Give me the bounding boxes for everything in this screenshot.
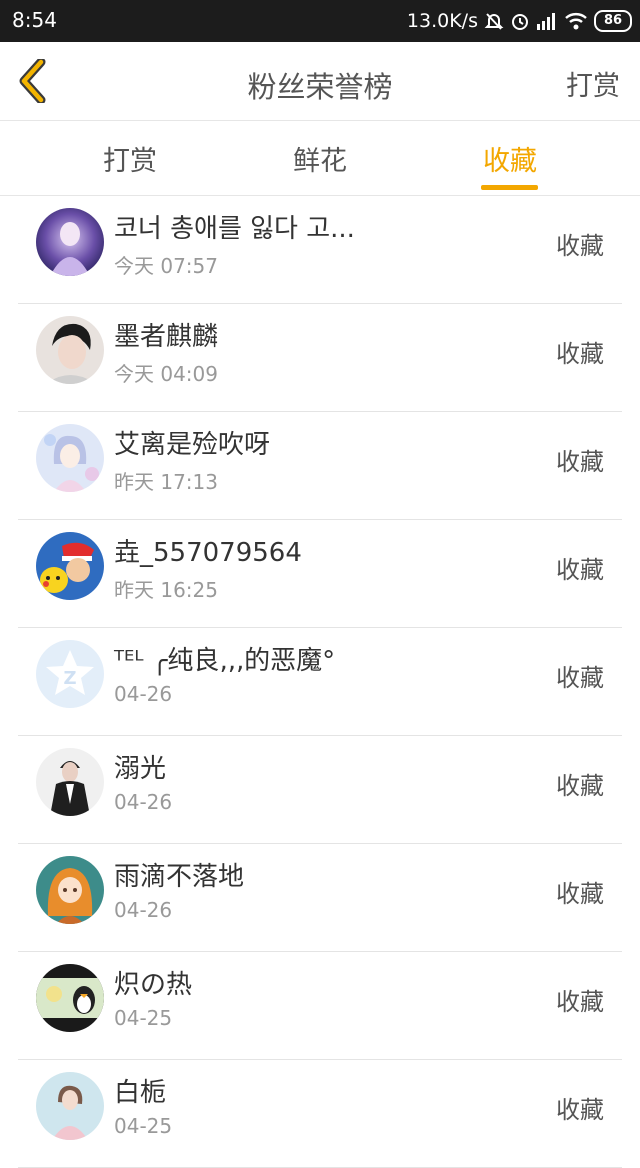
mute-bell-icon <box>484 11 504 31</box>
avatar <box>36 208 104 276</box>
avatar <box>36 856 104 924</box>
active-tab-indicator <box>481 185 538 190</box>
fan-name: 艾离是殓吹呀 <box>114 430 271 460</box>
tab-reward[interactable]: 打赏 <box>70 139 190 178</box>
wifi-icon <box>564 12 588 30</box>
list-item[interactable]: 白栀 04-25 收藏 <box>18 1060 622 1168</box>
list-item[interactable]: 雨滴不落地 04-26 收藏 <box>18 844 622 952</box>
status-icons: 13.0K/s 86 <box>407 8 632 34</box>
fan-name: 白栀 <box>114 1078 167 1108</box>
header: 粉丝荣誉榜 打赏 <box>0 42 640 121</box>
reward-button[interactable]: 打赏 <box>566 64 620 103</box>
tab-bar: 打赏 鲜花 收藏 <box>0 121 640 196</box>
tab-favorites[interactable]: 收藏 <box>450 139 570 178</box>
fan-action-label: 收藏 <box>556 556 604 584</box>
fan-name: 雨滴不落地 <box>114 862 245 892</box>
fan-name: 垚_557079564 <box>114 538 302 568</box>
avatar <box>36 316 104 384</box>
avatar <box>36 964 104 1032</box>
tab-flowers[interactable]: 鲜花 <box>260 139 380 178</box>
list-item[interactable]: 艾离是殓吹呀 昨天 17:13 收藏 <box>18 412 622 520</box>
avatar <box>36 424 104 492</box>
fan-action-label: 收藏 <box>556 340 604 368</box>
avatar <box>36 1072 104 1140</box>
fan-action-label: 收藏 <box>556 448 604 476</box>
fan-name: 墨者麒麟 <box>114 322 219 352</box>
fan-time: 今天 07:57 <box>114 254 218 278</box>
status-time: 8:54 <box>12 8 57 32</box>
list-item[interactable]: 溺光 04-26 收藏 <box>18 736 622 844</box>
list-item[interactable]: 코너 총애를 잃다 고... 今天 07:57 收藏 <box>18 196 622 304</box>
fan-action-label: 收藏 <box>556 880 604 908</box>
fan-time: 04-26 <box>114 898 173 922</box>
fan-action-label: 收藏 <box>556 232 604 260</box>
fan-time: 04-25 <box>114 1114 173 1138</box>
list-item[interactable]: Z ᵀᴱᴸ ╭纯良‚‚‚的恶魔° 04-26 收藏 <box>18 628 622 736</box>
avatar <box>36 532 104 600</box>
svg-text:Z: Z <box>63 668 76 689</box>
avatar <box>36 748 104 816</box>
fan-time: 昨天 17:13 <box>114 470 218 494</box>
list-item[interactable]: 炽の热 04-25 收藏 <box>18 952 622 1060</box>
fan-time: 04-26 <box>114 790 173 814</box>
fan-time: 04-25 <box>114 1006 173 1030</box>
fan-action-label: 收藏 <box>556 664 604 692</box>
fan-name: 코너 총애를 잃다 고... <box>114 214 355 244</box>
page-title: 粉丝荣誉榜 <box>247 70 393 104</box>
fan-action-label: 收藏 <box>556 772 604 800</box>
list-item[interactable]: 墨者麒麟 今天 04:09 收藏 <box>18 304 622 412</box>
fan-time: 今天 04:09 <box>114 362 218 386</box>
avatar: Z <box>36 640 104 708</box>
fan-time: 04-26 <box>114 682 173 706</box>
network-speed: 13.0K/s <box>406 10 478 32</box>
fan-name: 炽の热 <box>114 970 193 1000</box>
status-bar: 8:54 13.0K/s 86 <box>0 0 640 42</box>
fan-action-label: 收藏 <box>556 988 604 1016</box>
battery-icon: 86 <box>594 10 632 32</box>
fan-name: 溺光 <box>114 754 167 784</box>
fan-action-label: 收藏 <box>556 1096 604 1124</box>
list-item[interactable]: 垚_557079564 昨天 16:25 收藏 <box>18 520 622 628</box>
alarm-icon <box>510 11 530 31</box>
fan-name: ᵀᴱᴸ ╭纯良‚‚‚的恶魔° <box>114 646 336 676</box>
fan-time: 昨天 16:25 <box>114 578 218 602</box>
signal-icon <box>536 12 558 30</box>
